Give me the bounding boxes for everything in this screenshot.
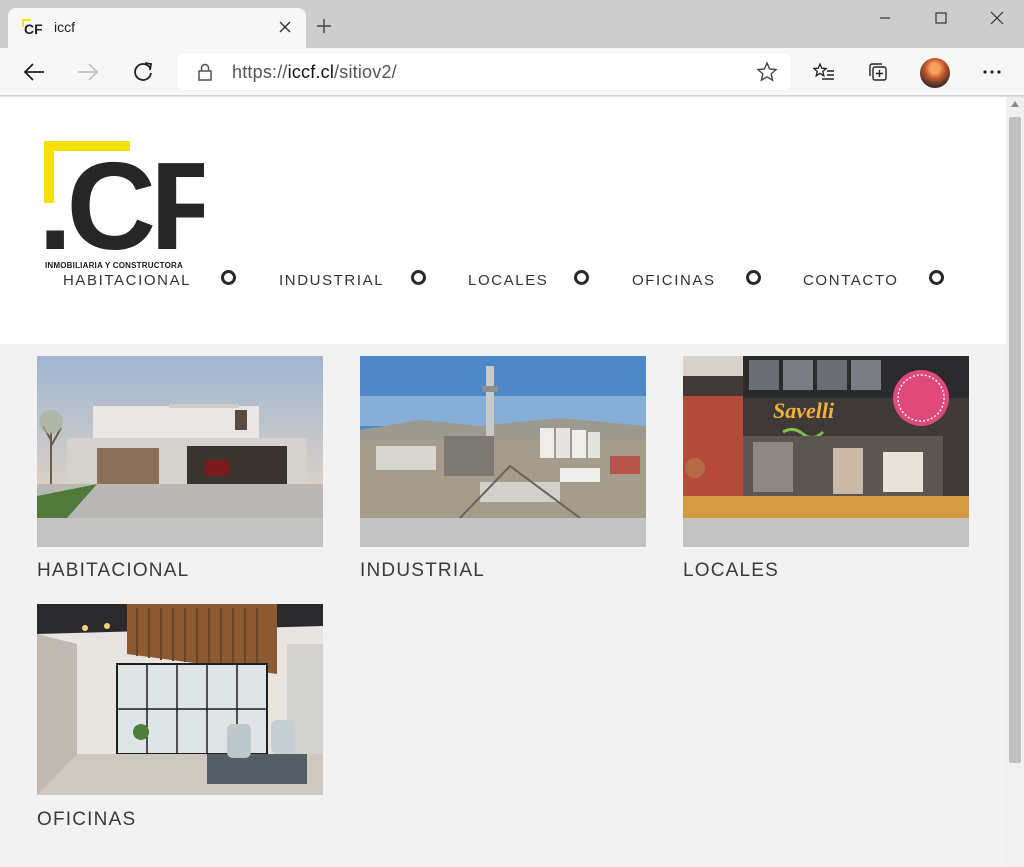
main-nav: HABITACIONAL INDUSTRIAL LOCALES OFICINAS… [0,270,1006,296]
modern-house-photo[interactable] [37,356,323,518]
browser-tab-strip: CF iccf [0,0,1024,48]
nav-circle-icon [221,270,236,285]
maximize-icon[interactable] [918,6,964,30]
close-tab-icon[interactable] [274,16,296,38]
nav-circle-icon [574,270,589,285]
scrollbar-thumb[interactable] [1009,117,1021,763]
lock-icon [198,63,212,81]
site-logo[interactable]: .CF [44,141,204,271]
svg-text:.CF: .CF [44,141,204,271]
nav-oficinas[interactable]: OFICINAS [632,272,716,289]
category-label[interactable]: INDUSTRIAL [360,560,485,582]
page-viewport: .CF INMOBILIARIA Y CONSTRUCTORA HABITACI… [0,97,1006,867]
storefront-photo[interactable]: Savelli [683,356,969,518]
card-caption-band [683,518,969,547]
nav-circle-icon [929,270,944,285]
new-tab-icon[interactable] [312,14,336,38]
scroll-up-arrow-icon[interactable] [1011,101,1019,107]
nav-contacto[interactable]: CONTACTO [803,272,899,289]
site-favicon-icon: CF [22,19,43,37]
nav-circle-icon [746,270,761,285]
site-header: .CF INMOBILIARIA Y CONSTRUCTORA HABITACI… [0,97,1006,344]
refresh-icon[interactable] [127,56,159,88]
office-interior-photo[interactable] [37,604,323,795]
card-caption-band [37,518,323,547]
browser-tab[interactable]: CF iccf [8,8,306,48]
nav-habitacional[interactable]: HABITACIONAL [63,272,191,289]
close-window-icon[interactable] [974,6,1020,30]
category-label[interactable]: LOCALES [683,560,779,582]
vertical-scrollbar[interactable] [1006,97,1024,867]
address-bar[interactable]: https://iccf.cl/sitiov2/ [178,54,790,90]
industrial-plant-photo[interactable] [360,356,646,518]
more-menu-icon[interactable] [976,56,1008,88]
category-label[interactable]: HABITACIONAL [37,560,189,582]
logo-subtitle: INMOBILIARIA Y CONSTRUCTORA [45,261,183,270]
svg-text:CF: CF [24,21,43,37]
url-text: https://iccf.cl/sitiov2/ [232,62,397,82]
card-caption-band [360,518,646,547]
nav-industrial[interactable]: INDUSTRIAL [279,272,384,289]
back-icon[interactable] [18,56,50,88]
nav-circle-icon [411,270,426,285]
category-label[interactable]: OFICINAS [37,809,136,831]
minimize-icon[interactable] [862,6,908,30]
collections-icon[interactable] [862,56,894,88]
profile-avatar[interactable] [920,58,950,88]
favorite-star-icon[interactable] [756,61,778,83]
tab-title: iccf [54,19,75,35]
browser-toolbar: https://iccf.cl/sitiov2/ [0,48,1024,96]
svg-text:Savelli: Savelli [773,398,835,423]
nav-locales[interactable]: LOCALES [468,272,548,289]
forward-icon[interactable] [72,56,104,88]
favorites-list-icon[interactable] [808,56,840,88]
